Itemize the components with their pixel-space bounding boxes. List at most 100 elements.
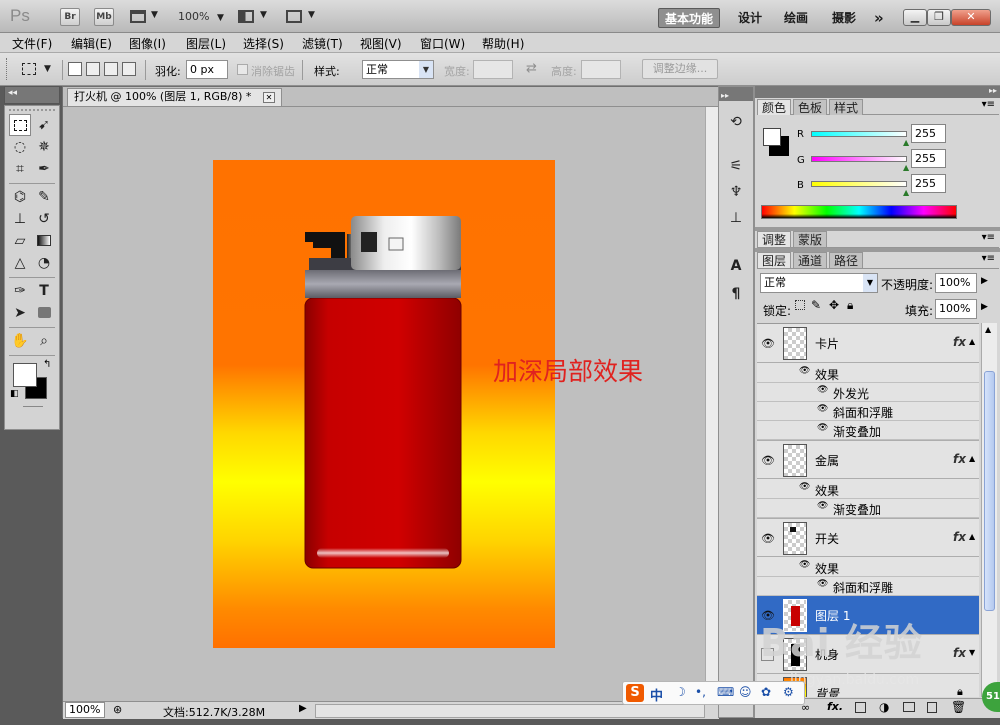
panel-menu-icon[interactable]: ▾≡ (982, 232, 995, 243)
menu-window[interactable]: 窗口(W) (420, 35, 465, 52)
quick-mask-button[interactable] (23, 406, 43, 407)
history-panel-button[interactable]: ⟲ (725, 111, 747, 133)
fx-icon[interactable]: fx (953, 646, 966, 660)
blend-mode-select[interactable]: 正常 ▼ (760, 273, 878, 293)
lock-pixels-icon[interactable]: ✎ (811, 298, 821, 312)
opacity-input[interactable]: 100% (935, 273, 977, 293)
fx-icon[interactable]: fx (953, 530, 966, 544)
add-style-icon[interactable]: fx. (827, 700, 843, 713)
scroll-up-icon[interactable]: ▲ (985, 325, 991, 334)
workspace-painting[interactable]: 绘画 (778, 8, 814, 28)
minimize-button[interactable]: ▁ (903, 9, 927, 26)
layer-row[interactable]: 👁︎ 卡片 fx ▲ (757, 324, 979, 363)
opacity-arrow-icon[interactable]: ▶ (981, 276, 988, 286)
fill-arrow-icon[interactable]: ▶ (981, 302, 988, 312)
zoom-tool[interactable]: ⌕ (33, 330, 55, 352)
effect-row[interactable]: 👁︎ 外发光 (757, 383, 979, 402)
effect-row[interactable]: 👁︎ 斜面和浮雕 (757, 402, 979, 421)
default-colors-icon[interactable]: ◧ (10, 389, 19, 399)
lock-transparency-icon[interactable] (795, 300, 805, 310)
workspace-photography[interactable]: 摄影 (826, 8, 862, 28)
screen-mode-button[interactable]: ▼ (286, 9, 318, 25)
menu-image[interactable]: 图像(I) (129, 35, 166, 52)
refine-edge-button[interactable]: 调整边缘... (642, 59, 718, 79)
dock-header[interactable]: ▸▸ (755, 86, 1000, 98)
lasso-tool[interactable]: ◌ (9, 136, 31, 158)
clone-source-button[interactable]: ♆ (725, 181, 747, 203)
ime-mode-label[interactable]: 中 (650, 685, 663, 704)
tools-icon[interactable]: ⚙ (783, 685, 794, 699)
strip-header[interactable]: ▸▸ (719, 87, 753, 101)
collapse-icon[interactable]: ▸▸ (989, 86, 997, 95)
blue-slider-thumb[interactable]: ▲ (903, 188, 909, 197)
zoom-field[interactable]: 100% (65, 702, 105, 718)
style-select[interactable]: 正常 ▼ (362, 60, 434, 79)
blur-tool[interactable]: △ (9, 252, 31, 274)
width-input[interactable] (473, 60, 513, 79)
tools-panel-header[interactable]: ◂◂ (4, 86, 60, 104)
eye-icon[interactable]: 👁︎ (817, 423, 828, 433)
canvas[interactable]: 加深局部效果 (213, 160, 643, 648)
eye-icon[interactable]: 👁︎ (761, 337, 775, 350)
arrange-documents-button[interactable]: ▼ (238, 9, 270, 25)
red-value-input[interactable]: 255 (911, 124, 946, 143)
lock-position-icon[interactable]: ✥ (829, 298, 839, 312)
brush-presets-button[interactable]: ⚟ (725, 155, 747, 177)
panel-menu-icon[interactable]: ▾≡ (982, 99, 995, 110)
workspace-essentials[interactable]: 基本功能 (658, 8, 721, 28)
gradient-tool[interactable] (33, 230, 55, 252)
blue-slider[interactable] (811, 181, 907, 187)
tab-styles[interactable]: 样式 (829, 99, 864, 115)
tab-paths[interactable]: 路径 (829, 252, 864, 268)
lock-all-icon[interactable]: 🔒︎ (847, 298, 853, 313)
add-mask-icon[interactable] (855, 702, 866, 713)
green-slider[interactable] (811, 156, 907, 162)
blue-value-input[interactable]: 255 (911, 174, 946, 193)
status-icon[interactable]: ⊛ (113, 703, 122, 716)
foreground-color-swatch[interactable] (13, 363, 37, 387)
eye-icon[interactable]: 👁︎ (761, 532, 775, 545)
menu-filter[interactable]: 滤镜(T) (302, 35, 343, 52)
mini-bridge-button[interactable]: Mb (94, 8, 114, 26)
view-extras-button[interactable]: ▼ (130, 9, 160, 25)
antialias-checkbox[interactable] (237, 64, 248, 75)
eye-icon[interactable]: 👁︎ (799, 560, 810, 570)
bridge-button[interactable]: Br (60, 8, 80, 26)
zoom-level-dropdown[interactable]: 100% ▼ (178, 10, 224, 23)
adjustment-layer-icon[interactable]: ◑ (879, 700, 889, 714)
expand-effects-icon[interactable]: ▼ (969, 648, 975, 657)
expand-effects-icon[interactable]: ▲ (969, 337, 975, 346)
document-tab[interactable]: 打火机 @ 100% (图层 1, RGB/8) * ✕ (67, 88, 282, 106)
panel-menu-icon[interactable]: ▾≡ (982, 253, 995, 264)
new-selection-button[interactable] (68, 62, 82, 76)
scroll-thumb[interactable] (984, 371, 995, 611)
keyboard-icon[interactable]: ⌨ (717, 685, 734, 699)
eye-icon[interactable]: 👁︎ (817, 579, 828, 589)
restore-button[interactable]: ❐ (927, 9, 951, 26)
tab-swatches[interactable]: 色板 (793, 99, 828, 115)
fill-input[interactable]: 100% (935, 299, 977, 319)
layer-row[interactable]: 👁︎ 开关 fx ▲ (757, 518, 979, 557)
intersect-selection-button[interactable] (122, 62, 136, 76)
expand-effects-icon[interactable]: ▲ (969, 454, 975, 463)
new-layer-icon[interactable] (927, 702, 937, 713)
effect-row[interactable]: 👁︎ 渐变叠加 (757, 421, 979, 440)
tab-adjustments[interactable]: 调整 (757, 231, 792, 247)
skin-icon[interactable]: ✿ (761, 685, 771, 699)
clone-stamp-tool[interactable]: ⊥ (9, 208, 31, 230)
menu-file[interactable]: 文件(F) (12, 35, 52, 52)
add-to-selection-button[interactable] (86, 62, 100, 76)
vertical-scrollbar[interactable] (705, 107, 718, 701)
horizontal-scrollbar[interactable] (315, 704, 705, 718)
rectangle-tool[interactable] (33, 302, 55, 324)
new-group-icon[interactable] (903, 702, 915, 712)
tab-color[interactable]: 颜色 (757, 99, 792, 115)
eye-icon[interactable]: 👁︎ (817, 385, 828, 395)
rectangular-marquee-tool[interactable] (9, 114, 31, 136)
trash-icon[interactable]: 🗑︎ (951, 700, 966, 714)
effect-row[interactable]: 👁︎ 斜面和浮雕 (757, 577, 979, 596)
healing-brush-tool[interactable]: ⌬ (9, 186, 31, 208)
eyedropper-tool[interactable]: ✒ (33, 158, 55, 180)
menu-help[interactable]: 帮助(H) (482, 35, 524, 52)
effects-row[interactable]: 👁︎ 效果 (757, 480, 979, 499)
